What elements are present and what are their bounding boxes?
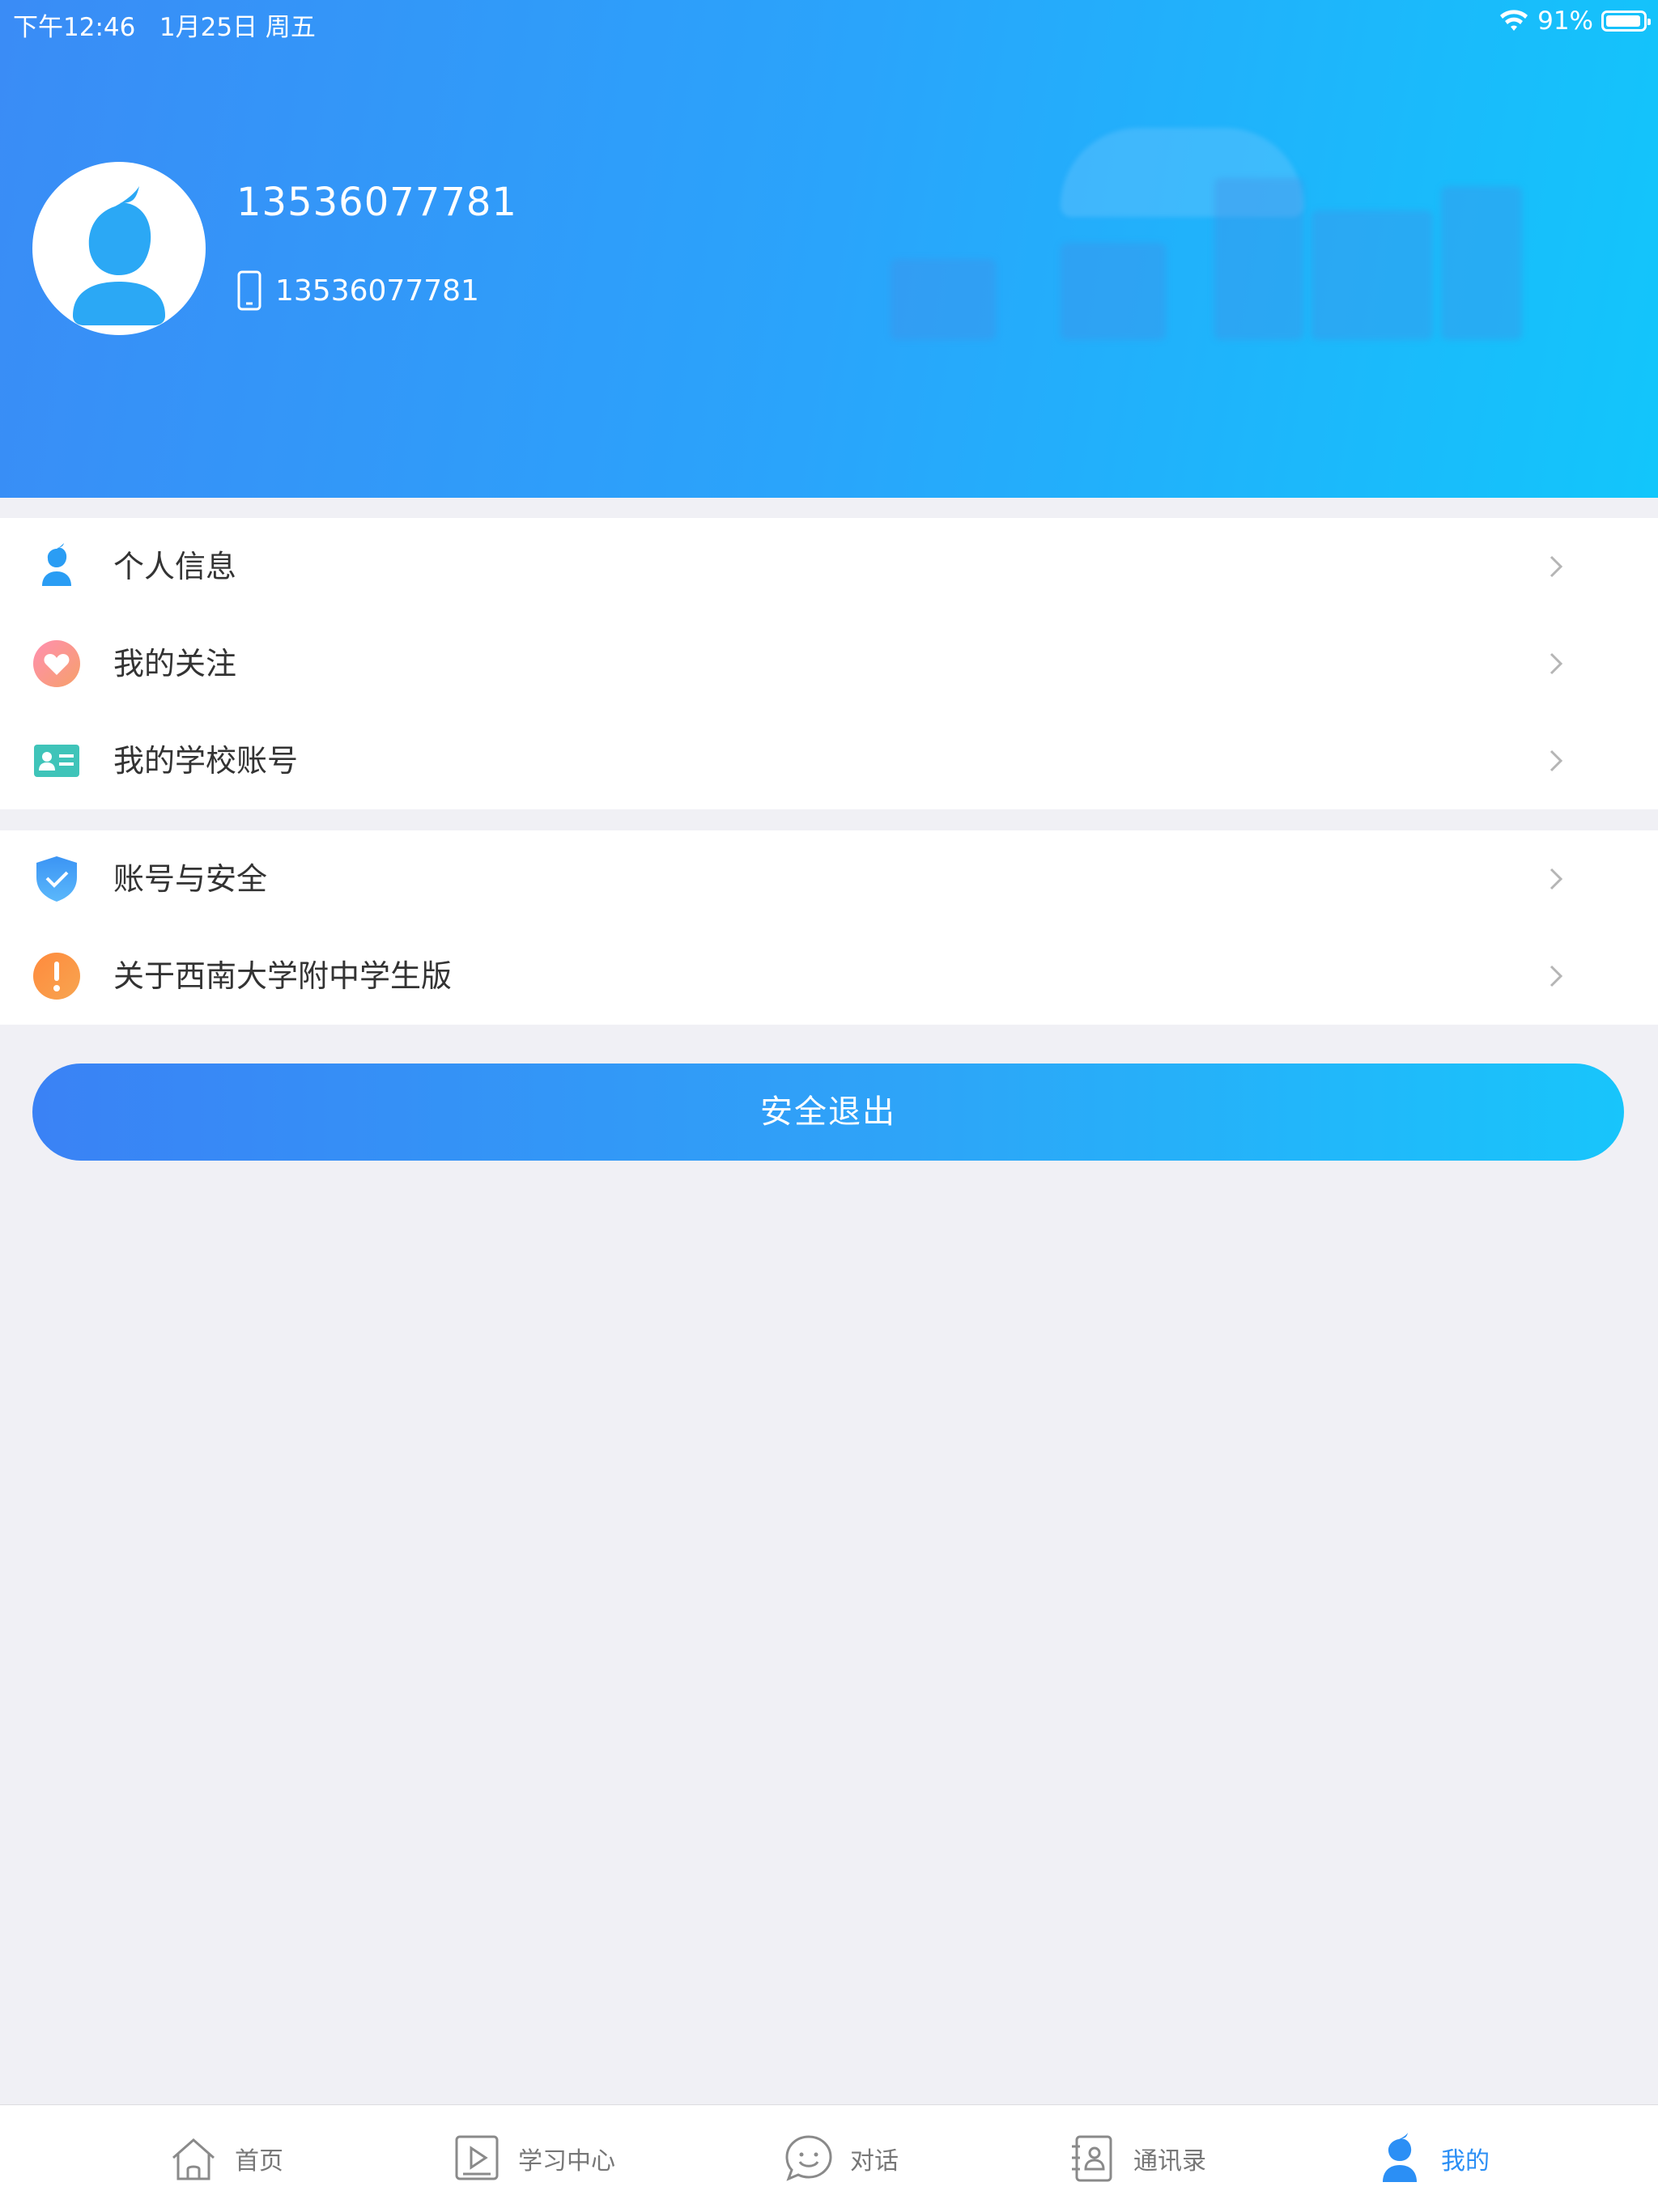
menu-group-personal: 个人信息 我的关注 我的学校账号 [0,518,1658,809]
avatar[interactable] [32,162,206,335]
wifi-icon [1500,10,1528,31]
chat-icon [785,2135,832,2181]
menu-item-label: 个人信息 [113,549,237,584]
menu-item-label: 我的学校账号 [113,743,299,779]
user-icon [42,543,71,586]
header-decoration [1061,243,1166,340]
menu-item-account-security[interactable]: 账号与安全 [0,830,1658,928]
header-decoration [1312,210,1433,340]
play-icon [455,2135,499,2180]
status-bar: 下午12:46 1月25日 周五 91% [0,0,1658,42]
chevron-right-icon [1550,555,1563,578]
profile-phone: 13536077781 [275,274,479,308]
chevron-right-icon [1550,652,1563,675]
tab-label: 学习中心 [518,2147,615,2176]
contacts-icon [1072,2135,1112,2182]
chevron-right-icon [1550,965,1563,987]
tab-label: 对话 [850,2147,899,2176]
profile-name: 13536077781 [236,180,517,225]
logout-button[interactable]: 安全退出 [32,1064,1624,1161]
header-decoration [1441,186,1522,340]
menu-item-label: 账号与安全 [113,861,268,897]
menu-item-my-follows[interactable]: 我的关注 [0,615,1658,712]
header-decoration [1214,178,1303,340]
chevron-right-icon [1550,868,1563,890]
menu-item-label: 关于西南大学附中学生版 [113,958,453,994]
menu-item-personal-info[interactable]: 个人信息 [0,518,1658,615]
status-date: 1月25日 周五 [159,13,316,42]
tab-label: 首页 [235,2147,283,2176]
battery-icon [1601,11,1651,32]
home-icon [172,2138,215,2180]
battery-percent: 91% [1537,6,1593,36]
shield-icon [36,856,77,902]
profile-icon [1383,2133,1417,2182]
menu-item-label: 我的关注 [113,646,237,681]
heart-icon [33,640,80,687]
tab-contacts[interactable]: 通讯录 [1065,2129,1206,2188]
menu-group-settings: 账号与安全 关于西南大学附中学生版 [0,830,1658,1025]
mobile-phone-icon [237,270,261,311]
chevron-right-icon [1550,749,1563,772]
menu-item-school-account[interactable]: 我的学校账号 [0,712,1658,809]
status-time: 下午12:46 [13,13,136,42]
header-decoration [891,259,996,340]
profile-header: 下午12:46 1月25日 周五 91% 13536077781 1353607… [0,0,1658,498]
tab-home[interactable]: 首页 [167,2129,283,2188]
tab-label: 通讯录 [1133,2147,1206,2176]
avatar-person-icon [73,186,165,325]
tab-study-center[interactable]: 学习中心 [450,2129,615,2188]
tab-chat[interactable]: 对话 [782,2129,899,2188]
menu-item-about[interactable]: 关于西南大学附中学生版 [0,928,1658,1025]
id-card-icon [34,745,79,777]
info-icon [33,953,80,1000]
tab-label: 我的 [1441,2147,1490,2176]
phone-row: 13536077781 [236,270,479,311]
tab-bar: 首页 学习中心 对话 通讯录 我的 [0,2104,1658,2212]
tab-mine[interactable]: 我的 [1373,2129,1490,2188]
